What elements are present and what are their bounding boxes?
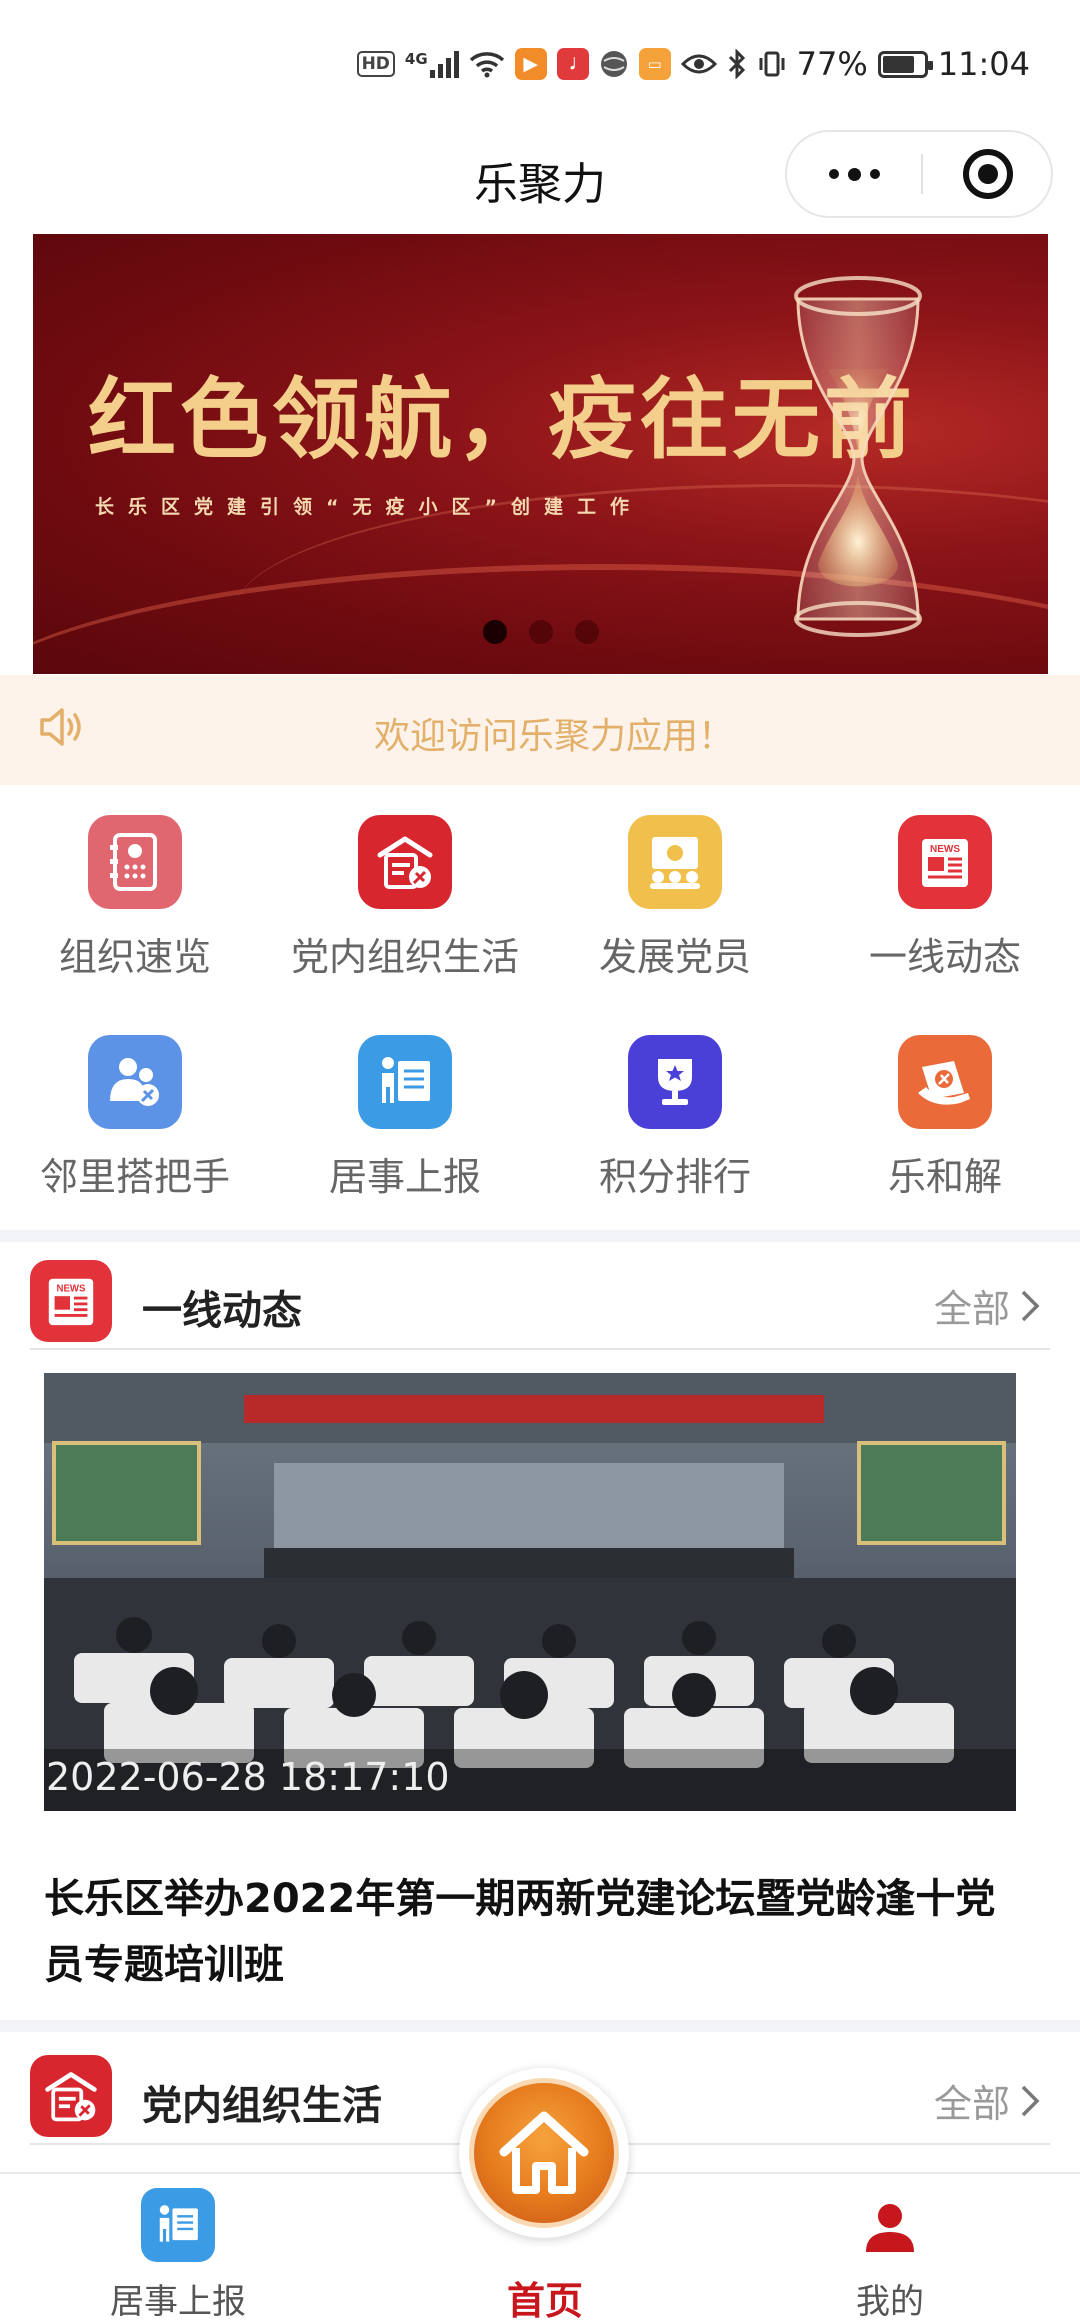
tab-label: 我的 xyxy=(856,2282,924,2322)
music-app-icon: 𝅘𝅥 xyxy=(556,48,589,80)
view-all-news-link[interactable]: 全部 xyxy=(934,1278,1040,1333)
party-building-icon xyxy=(30,2055,112,2137)
news-date: 2022-06-28 18:17:10 xyxy=(44,1749,1016,1811)
grid-item-develop-members[interactable]: 发展党员 xyxy=(540,800,810,1000)
tab-label: 居事上报 xyxy=(110,2282,246,2322)
news-title[interactable]: 长乐区举办2022年第一期两新党建论坛暨党龄逢十党员专题培训班 xyxy=(44,1866,1034,1998)
clock: 11:04 xyxy=(937,45,1030,83)
section-title: 一线动态 xyxy=(142,1288,302,1334)
grid-item-frontline-news[interactable]: NEWS 一线动态 xyxy=(810,800,1080,1000)
svg-text:NEWS: NEWS xyxy=(57,1283,86,1294)
svg-text:NEWS: NEWS xyxy=(930,844,960,855)
grid-item-org-overview[interactable]: 组织速览 xyxy=(0,800,270,1000)
mini-program-capsule xyxy=(785,130,1053,218)
chevron-right-icon xyxy=(1021,1290,1040,1321)
news-icon: NEWS xyxy=(30,1260,112,1342)
party-building-icon xyxy=(358,815,452,909)
notice-bar: 欢迎访问乐聚力应用！ xyxy=(0,675,1080,785)
grid-item-mediation[interactable]: 乐和解 xyxy=(810,1020,1080,1220)
user-icon xyxy=(866,2204,914,2252)
house-icon xyxy=(499,2111,589,2194)
video-app-icon: ▶ xyxy=(514,48,547,80)
trophy-icon xyxy=(628,1035,722,1129)
meeting-icon xyxy=(628,815,722,909)
news-icon: NEWS xyxy=(898,815,992,909)
status-bar: HD 4G ▶ 𝅘𝅥 ▭ 77% 11:04 xyxy=(0,0,1080,120)
close-mini-program-button[interactable] xyxy=(923,132,1053,216)
globe-app-icon xyxy=(599,49,629,79)
grid-item-label: 居事上报 xyxy=(328,1155,481,1199)
battery-percent: 77% xyxy=(796,45,868,83)
hourglass-icon xyxy=(794,276,922,637)
more-options-button[interactable] xyxy=(787,132,921,216)
wifi-icon xyxy=(469,50,505,78)
battery-icon xyxy=(877,50,933,78)
news-photo[interactable]: 2022-06-28 18:17:10 xyxy=(44,1373,1016,1811)
wallet-app-icon: ▭ xyxy=(638,48,671,80)
carousel-dot[interactable] xyxy=(574,620,599,644)
section-header-news: NEWS 一线动态 全部 xyxy=(0,1250,1080,1350)
chevron-right-icon xyxy=(1021,2085,1040,2116)
banner-carousel[interactable]: 红色领航，疫往无前 长乐区党建引领“无疫小区”创建工作 xyxy=(33,234,1048,674)
grid-item-points-ranking[interactable]: 积分排行 xyxy=(540,1020,810,1220)
grid-item-label: 一线动态 xyxy=(868,935,1021,979)
tab-me[interactable]: 我的 xyxy=(740,2174,1040,2324)
grid-item-label: 乐和解 xyxy=(887,1155,1002,1199)
home-button[interactable] xyxy=(459,2068,629,2238)
function-grid: 组织速览 党内组织生活 发展党员 NEWS 一线动态 邻里搭把手 居事上报 积分… xyxy=(0,800,1080,1225)
report-board-icon xyxy=(141,2188,215,2262)
neighbors-icon xyxy=(88,1035,182,1129)
carousel-dot[interactable] xyxy=(482,620,507,644)
carousel-indicators xyxy=(33,620,1048,644)
view-all-party-life-link[interactable]: 全部 xyxy=(934,2073,1040,2128)
tab-report[interactable]: 居事上报 xyxy=(28,2174,328,2324)
target-icon xyxy=(963,149,1013,199)
section-title: 党内组织生活 xyxy=(142,2083,382,2129)
hd-voice-icon: HD xyxy=(356,51,395,77)
vibrate-icon xyxy=(757,49,787,79)
carousel-dot[interactable] xyxy=(528,620,553,644)
section-divider xyxy=(0,1230,1080,1242)
bluetooth-icon xyxy=(727,49,747,79)
grid-item-neighbor-help[interactable]: 邻里搭把手 xyxy=(0,1020,270,1220)
org-book-icon xyxy=(88,815,182,909)
notice-text: 欢迎访问乐聚力应用！ xyxy=(373,716,734,757)
grid-item-party-life[interactable]: 党内组织生活 xyxy=(270,800,540,1000)
section-divider xyxy=(0,2020,1080,2032)
tab-label: 首页 xyxy=(506,2279,583,2323)
handshake-icon xyxy=(898,1035,992,1129)
conference-photo xyxy=(44,1373,1016,1811)
grid-item-label: 积分排行 xyxy=(598,1155,751,1199)
eye-icon xyxy=(680,53,717,75)
cellular-signal-icon: 4G xyxy=(405,50,459,78)
grid-item-label: 发展党员 xyxy=(598,935,751,979)
report-board-icon xyxy=(358,1035,452,1129)
mini-program-header: 乐聚力 xyxy=(0,120,1080,230)
grid-item-report[interactable]: 居事上报 xyxy=(270,1020,540,1220)
grid-item-label: 组织速览 xyxy=(58,935,211,979)
grid-item-label: 邻里搭把手 xyxy=(39,1155,230,1199)
banner-subtitle: 长乐区党建引领“无疫小区”创建工作 xyxy=(95,496,643,518)
grid-item-label: 党内组织生活 xyxy=(290,935,519,979)
